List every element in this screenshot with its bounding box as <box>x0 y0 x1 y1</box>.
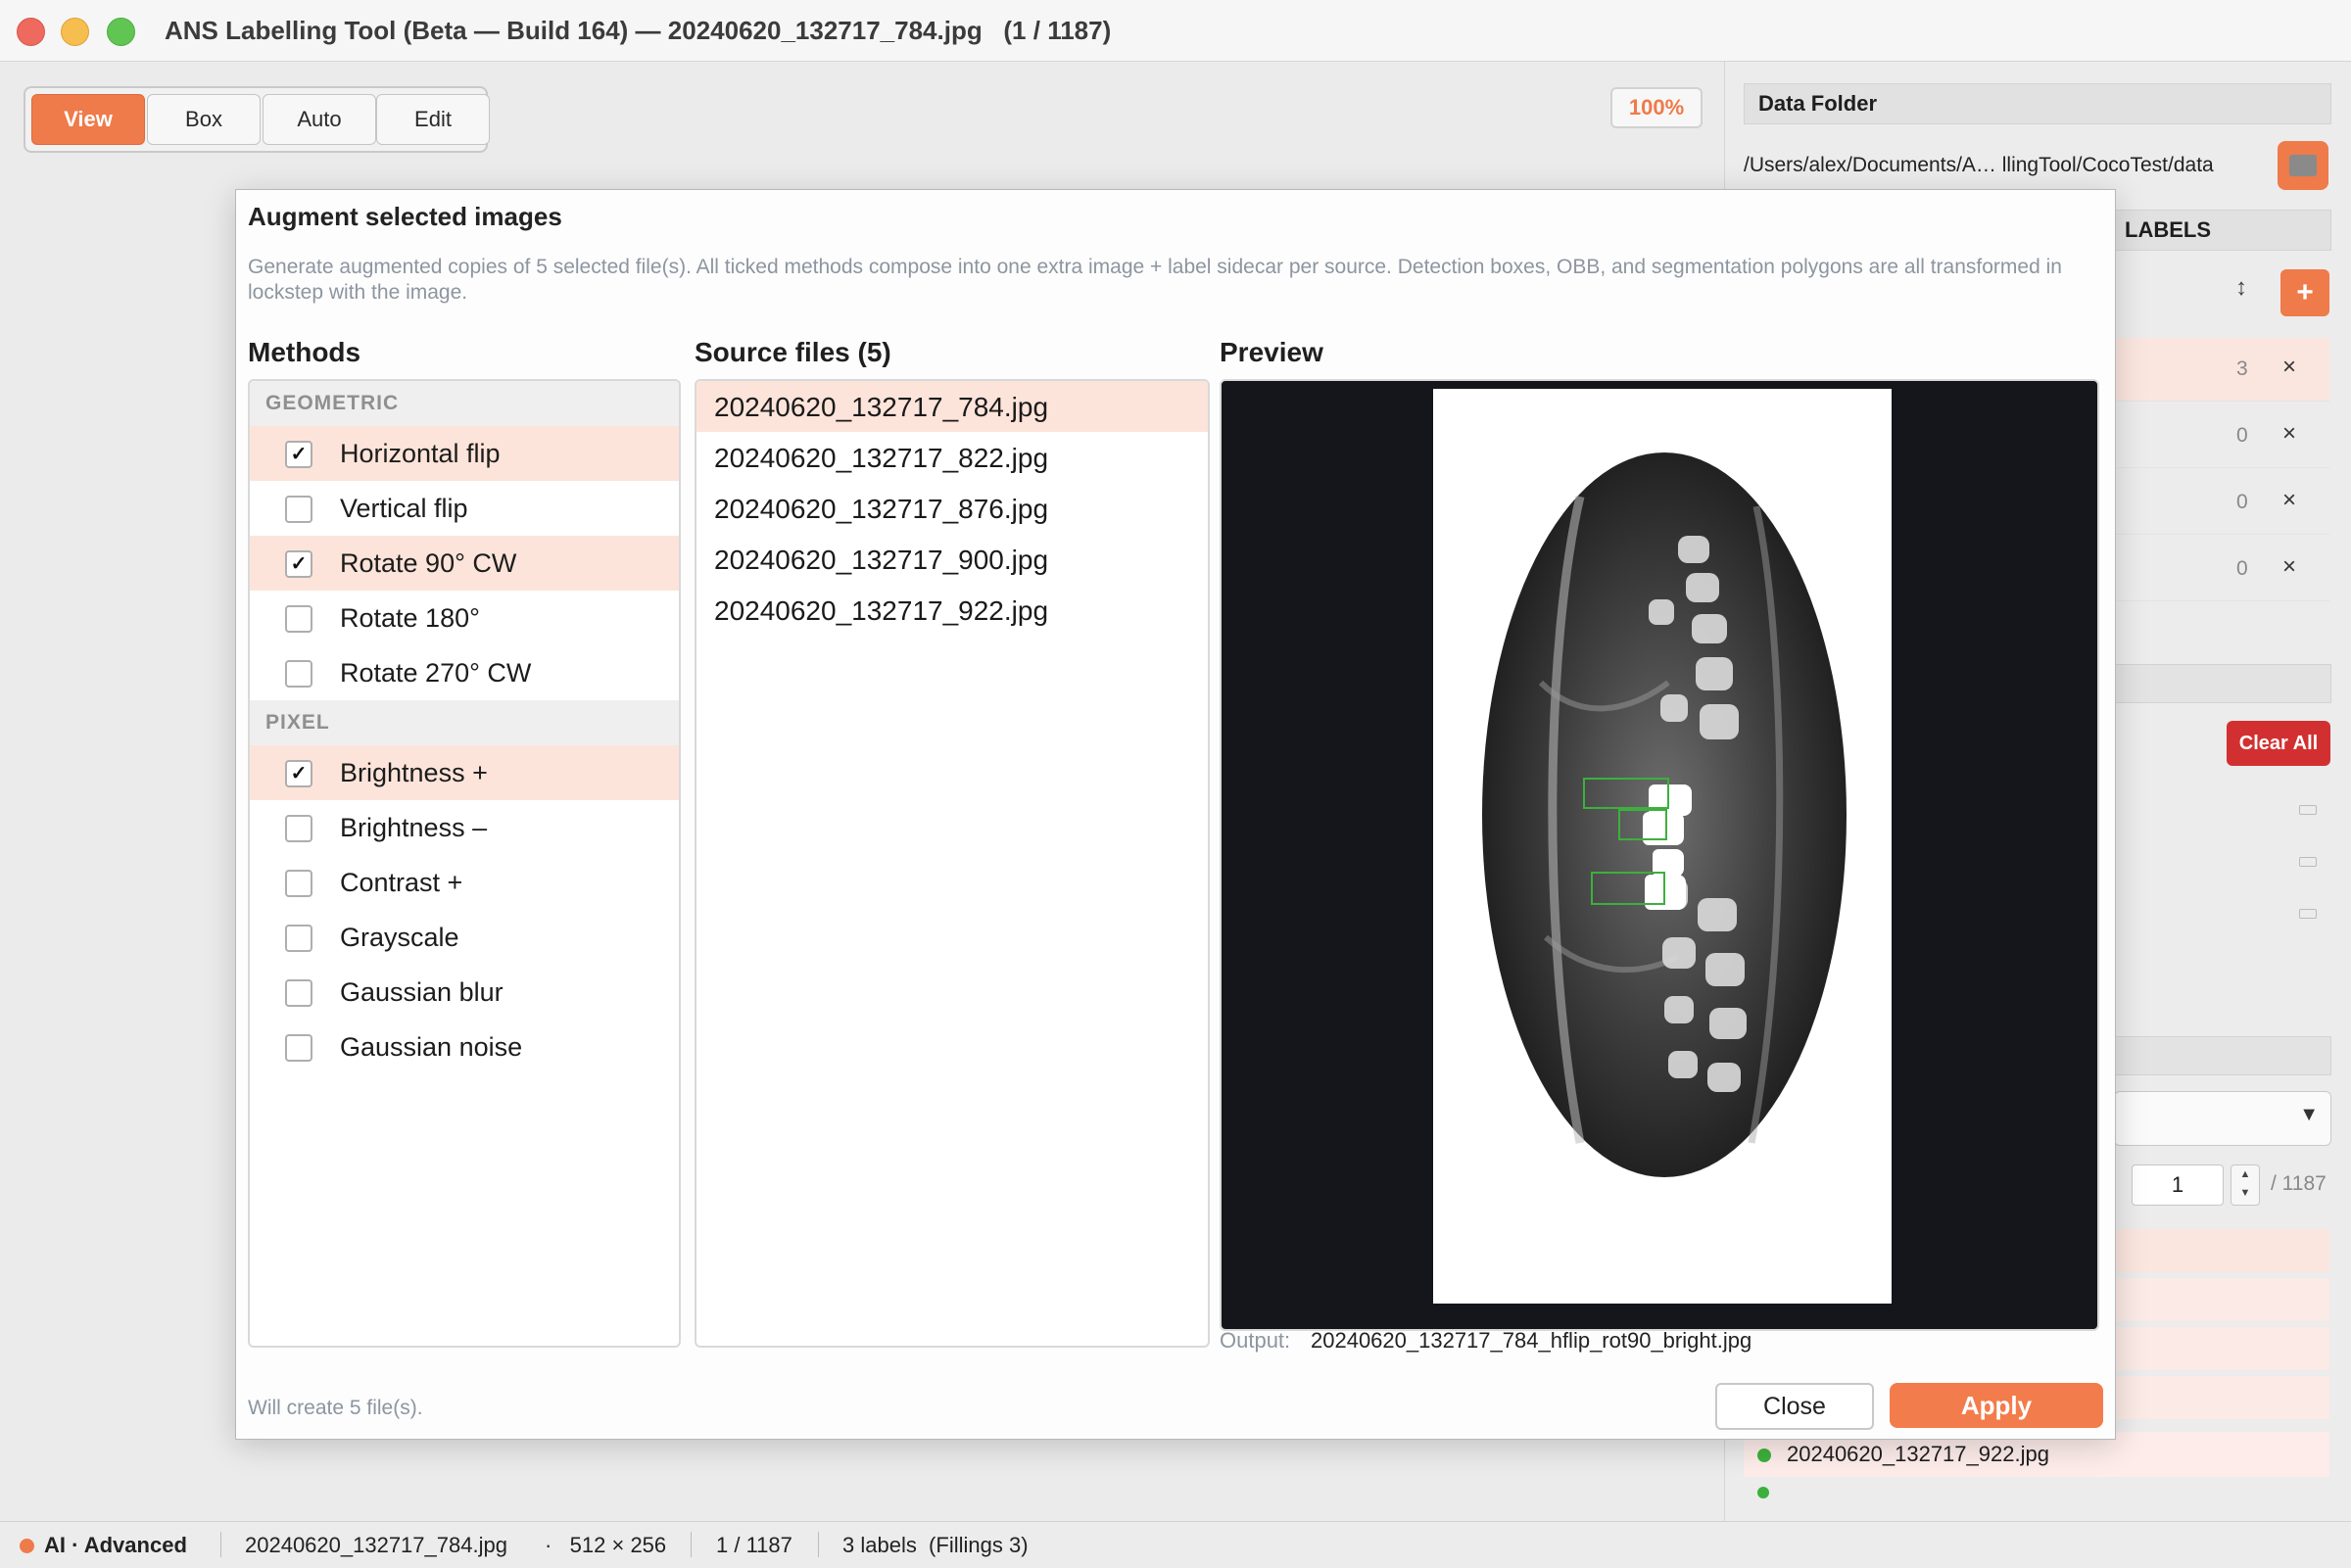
method-group-header: PIXEL <box>250 700 679 745</box>
status-size: · 512 × 256 <box>545 1533 667 1557</box>
augment-dialog: Augment selected images Generate augment… <box>235 189 2116 1440</box>
method-row-contrast-plus[interactable]: Contrast + <box>250 855 679 910</box>
mode-switcher: View Box Auto Edit <box>24 86 490 153</box>
mode-box-button[interactable]: Box <box>147 94 261 145</box>
xray-preview-image <box>1482 452 1847 1177</box>
folder-path: /Users/alex/Documents/A… llingTool/CocoT… <box>1744 154 2214 176</box>
method-row-brightness-plus[interactable]: ✓ Brightness + <box>250 745 679 800</box>
file-list-row[interactable] <box>2114 1327 2329 1370</box>
status-dot-icon <box>1757 1449 1771 1462</box>
preview-image <box>1433 389 1892 1304</box>
mode-indicator-icon <box>20 1539 34 1553</box>
clear-all-button[interactable]: Clear All <box>2227 721 2330 766</box>
sort-icon[interactable]: ↕ <box>2235 274 2247 302</box>
close-icon[interactable]: × <box>2282 420 2296 448</box>
method-row-horizontal-flip[interactable]: ✓ Horizontal flip <box>250 426 679 481</box>
preview-header: Preview <box>1220 337 1323 367</box>
close-icon[interactable]: × <box>2282 487 2296 514</box>
mode-edit-button[interactable]: Edit <box>376 94 490 145</box>
method-checkbox[interactable]: ✓ <box>285 550 312 578</box>
source-file-row[interactable]: 20240620_132717_784.jpg <box>696 381 1208 432</box>
page-total: / 1187 <box>2271 1172 2327 1195</box>
method-checkbox[interactable] <box>285 660 312 688</box>
method-row-rotate-90[interactable]: ✓ Rotate 90° CW <box>250 536 679 591</box>
status-file: 20240620_132717_784.jpg <box>245 1533 507 1557</box>
methods-header: Methods <box>248 337 361 367</box>
source-files-list: 20240620_132717_784.jpg 20240620_132717_… <box>695 379 1210 1348</box>
file-list-row[interactable] <box>2114 1229 2329 1272</box>
toggle-icon[interactable] <box>2299 805 2317 815</box>
panel-section-header <box>2114 1036 2331 1075</box>
method-checkbox[interactable] <box>285 1034 312 1062</box>
panel-section-header <box>2114 664 2331 703</box>
close-window-button[interactable] <box>17 18 45 46</box>
label-row[interactable]: 0 × <box>2114 538 2329 601</box>
method-checkbox[interactable] <box>285 605 312 633</box>
source-file-row[interactable]: 20240620_132717_822.jpg <box>696 432 1208 483</box>
method-row-rotate-180[interactable]: Rotate 180° <box>250 591 679 645</box>
window-title: ANS Labelling Tool (Beta — Build 164) — … <box>165 16 1112 45</box>
status-labels: 3 labels (Fillings 3) <box>842 1533 1029 1557</box>
close-icon[interactable]: × <box>2282 354 2296 381</box>
status-bar: AI · Advanced 20240620_132717_784.jpg · … <box>0 1521 2351 1568</box>
folder-browse-button[interactable] <box>2278 141 2328 190</box>
method-checkbox[interactable] <box>285 870 312 897</box>
method-row-rotate-270[interactable]: Rotate 270° CW <box>250 645 679 700</box>
method-checkbox[interactable]: ✓ <box>285 760 312 787</box>
minimize-window-button[interactable] <box>61 18 89 46</box>
method-row-gaussian-blur[interactable]: Gaussian blur <box>250 965 679 1020</box>
mode-view-button[interactable]: View <box>31 94 145 145</box>
will-create-count: Will create 5 file(s). <box>248 1397 423 1419</box>
add-label-button[interactable]: + <box>2280 269 2329 316</box>
toggle-icon[interactable] <box>2299 909 2317 919</box>
method-checkbox[interactable]: ✓ <box>285 441 312 468</box>
method-row-brightness-minus[interactable]: Brightness – <box>250 800 679 855</box>
label-row[interactable]: 3 × <box>2114 338 2329 402</box>
method-checkbox[interactable] <box>285 979 312 1007</box>
page-input[interactable]: 1 <box>2132 1164 2224 1206</box>
method-checkbox[interactable] <box>285 925 312 952</box>
file-list-row[interactable] <box>2114 1278 2329 1321</box>
filter-dropdown[interactable]: ▼ <box>2114 1091 2331 1146</box>
method-group-header: GEOMETRIC <box>250 381 679 426</box>
mode-auto-button[interactable]: Auto <box>263 94 376 145</box>
output-filename: 20240620_132717_784_hflip_rot90_bright.j… <box>1311 1328 1752 1353</box>
source-file-row[interactable]: 20240620_132717_876.jpg <box>696 483 1208 534</box>
label-row[interactable]: 0 × <box>2114 404 2329 468</box>
source-file-row[interactable]: 20240620_132717_922.jpg <box>696 585 1208 636</box>
close-icon[interactable]: × <box>2282 553 2296 581</box>
method-row-grayscale[interactable]: Grayscale <box>250 910 679 965</box>
source-file-row[interactable]: 20240620_132717_900.jpg <box>696 534 1208 585</box>
sources-header: Source files (5) <box>695 337 891 367</box>
close-button[interactable]: Close <box>1715 1383 1874 1430</box>
method-checkbox[interactable] <box>285 496 312 523</box>
methods-list: GEOMETRIC ✓ Horizontal flip Vertical flip… <box>248 379 681 1348</box>
status-position: 1 / 1187 <box>716 1533 792 1557</box>
file-list-row[interactable] <box>2114 1376 2329 1419</box>
preview-pane <box>1220 379 2099 1331</box>
method-checkbox[interactable] <box>285 815 312 842</box>
method-row-gaussian-noise[interactable]: Gaussian noise <box>250 1020 679 1074</box>
folder-icon <box>2289 155 2317 176</box>
status-mode: AI · Advanced <box>44 1533 187 1557</box>
plus-icon: + <box>2296 276 2314 309</box>
file-list-clipped <box>1744 1477 2329 1498</box>
toggle-icon[interactable] <box>2299 857 2317 867</box>
label-row[interactable]: 0 × <box>2114 471 2329 535</box>
data-folder-header: Data Folder <box>1744 83 2331 124</box>
output-label: Output: <box>1220 1328 1291 1353</box>
zoom-window-button[interactable] <box>107 18 135 46</box>
page-stepper[interactable]: ▲ ▼ <box>2231 1164 2260 1206</box>
dialog-title: Augment selected images <box>248 202 562 231</box>
zoom-level[interactable]: 100% <box>1610 87 1703 128</box>
method-row-vertical-flip[interactable]: Vertical flip <box>250 481 679 536</box>
apply-button[interactable]: Apply <box>1890 1383 2103 1428</box>
dialog-description: Generate augmented copies of 5 selected … <box>248 256 2062 304</box>
window-titlebar: ANS Labelling Tool (Beta — Build 164) — … <box>0 0 2351 62</box>
chevron-down-icon: ▼ <box>2299 1104 2319 1125</box>
